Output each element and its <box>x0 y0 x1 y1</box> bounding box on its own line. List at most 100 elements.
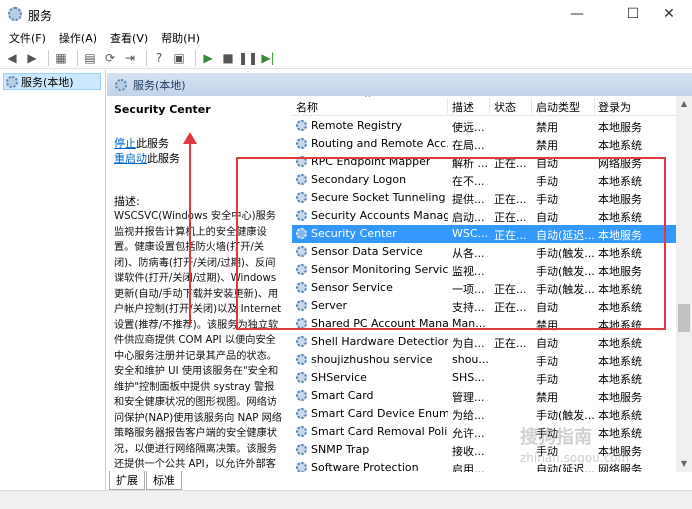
close-button[interactable]: ✕ <box>646 0 692 28</box>
tree-item-services-local[interactable]: 服务(本地) <box>3 73 101 90</box>
restart-service-link[interactable]: 重启动 <box>114 152 147 165</box>
column-header-name[interactable]: 名称 <box>296 99 318 115</box>
menu-help[interactable]: 帮助(H) <box>156 30 205 46</box>
service-name-cell: SNMP Trap <box>296 443 448 456</box>
service-name-cell: Software Protection <box>296 461 448 472</box>
table-row[interactable]: Sensor Data Service 从各... 手动(触发... 本地系统 <box>292 243 676 261</box>
menu-file[interactable]: 文件(F) <box>4 30 51 46</box>
properties-icon[interactable]: ▤ <box>82 50 98 66</box>
back-arrow-icon[interactable]: ◀ <box>4 50 20 66</box>
window-title: 服务 <box>28 9 53 23</box>
service-logon-as: 本地系统 <box>598 211 642 224</box>
service-logon-as: 本地系统 <box>598 409 642 422</box>
column-header-description[interactable]: 描述 <box>452 99 474 115</box>
column-separator[interactable] <box>489 98 490 114</box>
service-description: 启用... <box>452 463 485 472</box>
table-row[interactable]: Security Accounts Manag... 启动... 正在... 自动 本地… <box>292 207 676 225</box>
view-tabs: 扩展 标准 <box>107 471 692 490</box>
service-name: Smart Card Removal Poli... <box>311 425 448 438</box>
service-gear-icon <box>296 372 307 383</box>
service-startup-type: 自动 <box>536 211 558 224</box>
table-row[interactable]: RPC Endpoint Mapper 解析 ... 正在... 自动 网络服务 <box>292 153 676 171</box>
service-name-cell: Smart Card <box>296 389 448 402</box>
service-name: Secondary Logon <box>311 173 407 186</box>
toolbar-separator <box>195 50 196 66</box>
content-header: 服务(本地) <box>107 73 692 96</box>
table-row[interactable]: Secondary Logon 在不... 手动 本地系统 <box>292 171 676 189</box>
service-logon-as: 本地服务 <box>598 121 642 134</box>
table-row[interactable]: Sensor Service 一项... 正在... 手动(触发... 本地系统 <box>292 279 676 297</box>
service-gear-icon <box>296 390 307 401</box>
service-startup-type: 手动 <box>536 193 558 206</box>
help-icon[interactable]: ? <box>151 50 167 66</box>
table-row[interactable]: Security Center WSC... 正在... 自动(延迟... 本地服务 <box>292 225 676 243</box>
minimize-button[interactable]: — <box>554 0 600 28</box>
tab-extended[interactable]: 扩展 <box>109 471 145 490</box>
vertical-scrollbar[interactable]: ▲ ▼ <box>676 96 692 472</box>
column-header-logon-as[interactable]: 登录为 <box>598 99 631 115</box>
refresh-icon[interactable]: ⟳ <box>102 50 118 66</box>
stop-service-link[interactable]: 停止 <box>114 137 136 150</box>
scrollbar-thumb[interactable] <box>678 304 690 332</box>
column-separator[interactable] <box>447 98 448 114</box>
service-description: 为给... <box>452 409 485 422</box>
table-row[interactable]: Sensor Monitoring Service 监视... 手动(触发... 本地… <box>292 261 676 279</box>
service-name-cell: Sensor Service <box>296 281 448 294</box>
table-row[interactable]: SHService SHS... 手动 本地系统 <box>292 369 676 387</box>
forward-arrow-icon[interactable]: ▶ <box>24 50 40 66</box>
show-tree-icon[interactable]: ▦ <box>53 50 69 66</box>
service-status: 正在... <box>494 301 527 314</box>
service-description: 启动... <box>452 211 485 224</box>
export-list-icon[interactable]: ⇥ <box>122 50 138 66</box>
table-row[interactable]: Smart Card Removal Poli... 允许... 手动 本地系统 <box>292 423 676 441</box>
column-header-status[interactable]: 状态 <box>494 99 516 115</box>
navigation-tree: 服务(本地) <box>0 70 106 490</box>
service-name-cell: shoujizhushou service <box>296 353 448 366</box>
table-row[interactable]: Server 支持... 正在... 自动 本地系统 <box>292 297 676 315</box>
table-row[interactable]: SNMP Trap 接收... 手动 本地服务 <box>292 441 676 459</box>
service-description: Man... <box>452 317 486 330</box>
table-row[interactable]: Software Protection 启用... 自动(延迟... 网络服务 <box>292 459 676 472</box>
title-bar: 服务 — ☐ ✕ <box>0 0 692 28</box>
table-row[interactable]: Routing and Remote Acc... 在局... 禁用 本地系统 <box>292 135 676 153</box>
service-status: 正在... <box>494 193 527 206</box>
tab-standard[interactable]: 标准 <box>146 471 182 490</box>
column-separator[interactable] <box>531 98 532 114</box>
annotation-arrow <box>189 142 191 325</box>
restart-service-icon[interactable]: ▶| <box>260 50 276 66</box>
stop-service-icon[interactable]: ■ <box>220 50 236 66</box>
service-name: Software Protection <box>311 461 419 472</box>
selected-service-name: Security Center <box>114 103 211 116</box>
service-name-cell: Routing and Remote Acc... <box>296 137 448 150</box>
service-logon-as: 本地系统 <box>598 247 642 260</box>
table-row[interactable]: Shell Hardware Detection 为自... 正在... 自动 本地系统 <box>292 333 676 351</box>
table-row[interactable]: Smart Card Device Enum... 为给... 手动(触发... 本地… <box>292 405 676 423</box>
column-header-startup-type[interactable]: 启动类型 <box>536 99 580 115</box>
menu-action[interactable]: 操作(A) <box>54 30 102 46</box>
service-gear-icon <box>296 300 307 311</box>
pause-service-icon[interactable]: ❚❚ <box>238 50 258 66</box>
table-row[interactable]: Remote Registry 使远... 禁用 本地服务 <box>292 117 676 135</box>
table-row[interactable]: Secure Socket Tunneling ... 提供... 正在... 手动 本… <box>292 189 676 207</box>
service-name-cell: Smart Card Removal Poli... <box>296 425 448 438</box>
annotation-arrow-head <box>183 132 197 144</box>
service-name: Security Accounts Manag... <box>311 209 448 222</box>
column-separator[interactable] <box>594 98 595 114</box>
service-name: Security Center <box>311 227 397 240</box>
scroll-up-arrow-icon[interactable]: ▲ <box>676 96 692 112</box>
table-row[interactable]: shoujizhushou service shou... 手动 本地系统 <box>292 351 676 369</box>
console-icon[interactable]: ▣ <box>171 50 187 66</box>
menu-view[interactable]: 查看(V) <box>105 30 153 46</box>
service-startup-type: 手动 <box>536 373 558 386</box>
service-startup-type: 手动(触发... <box>536 265 595 278</box>
service-gear-icon <box>296 462 307 472</box>
service-gear-icon <box>296 318 307 329</box>
start-service-icon[interactable]: ▶ <box>200 50 216 66</box>
table-row[interactable]: Smart Card 管理... 禁用 本地服务 <box>292 387 676 405</box>
service-name-cell: Sensor Monitoring Service <box>296 263 448 276</box>
service-description: 监视... <box>452 265 485 278</box>
toolbar: ◀ ▶ ▦ ▤ ⟳ ⇥ ? ▣ ▶ ■ ❚❚ ▶| <box>0 48 692 69</box>
toolbar-separator <box>77 50 78 66</box>
table-row[interactable]: Shared PC Account Mana... Man... 禁用 本地系统 <box>292 315 676 333</box>
scroll-down-arrow-icon[interactable]: ▼ <box>676 456 692 472</box>
